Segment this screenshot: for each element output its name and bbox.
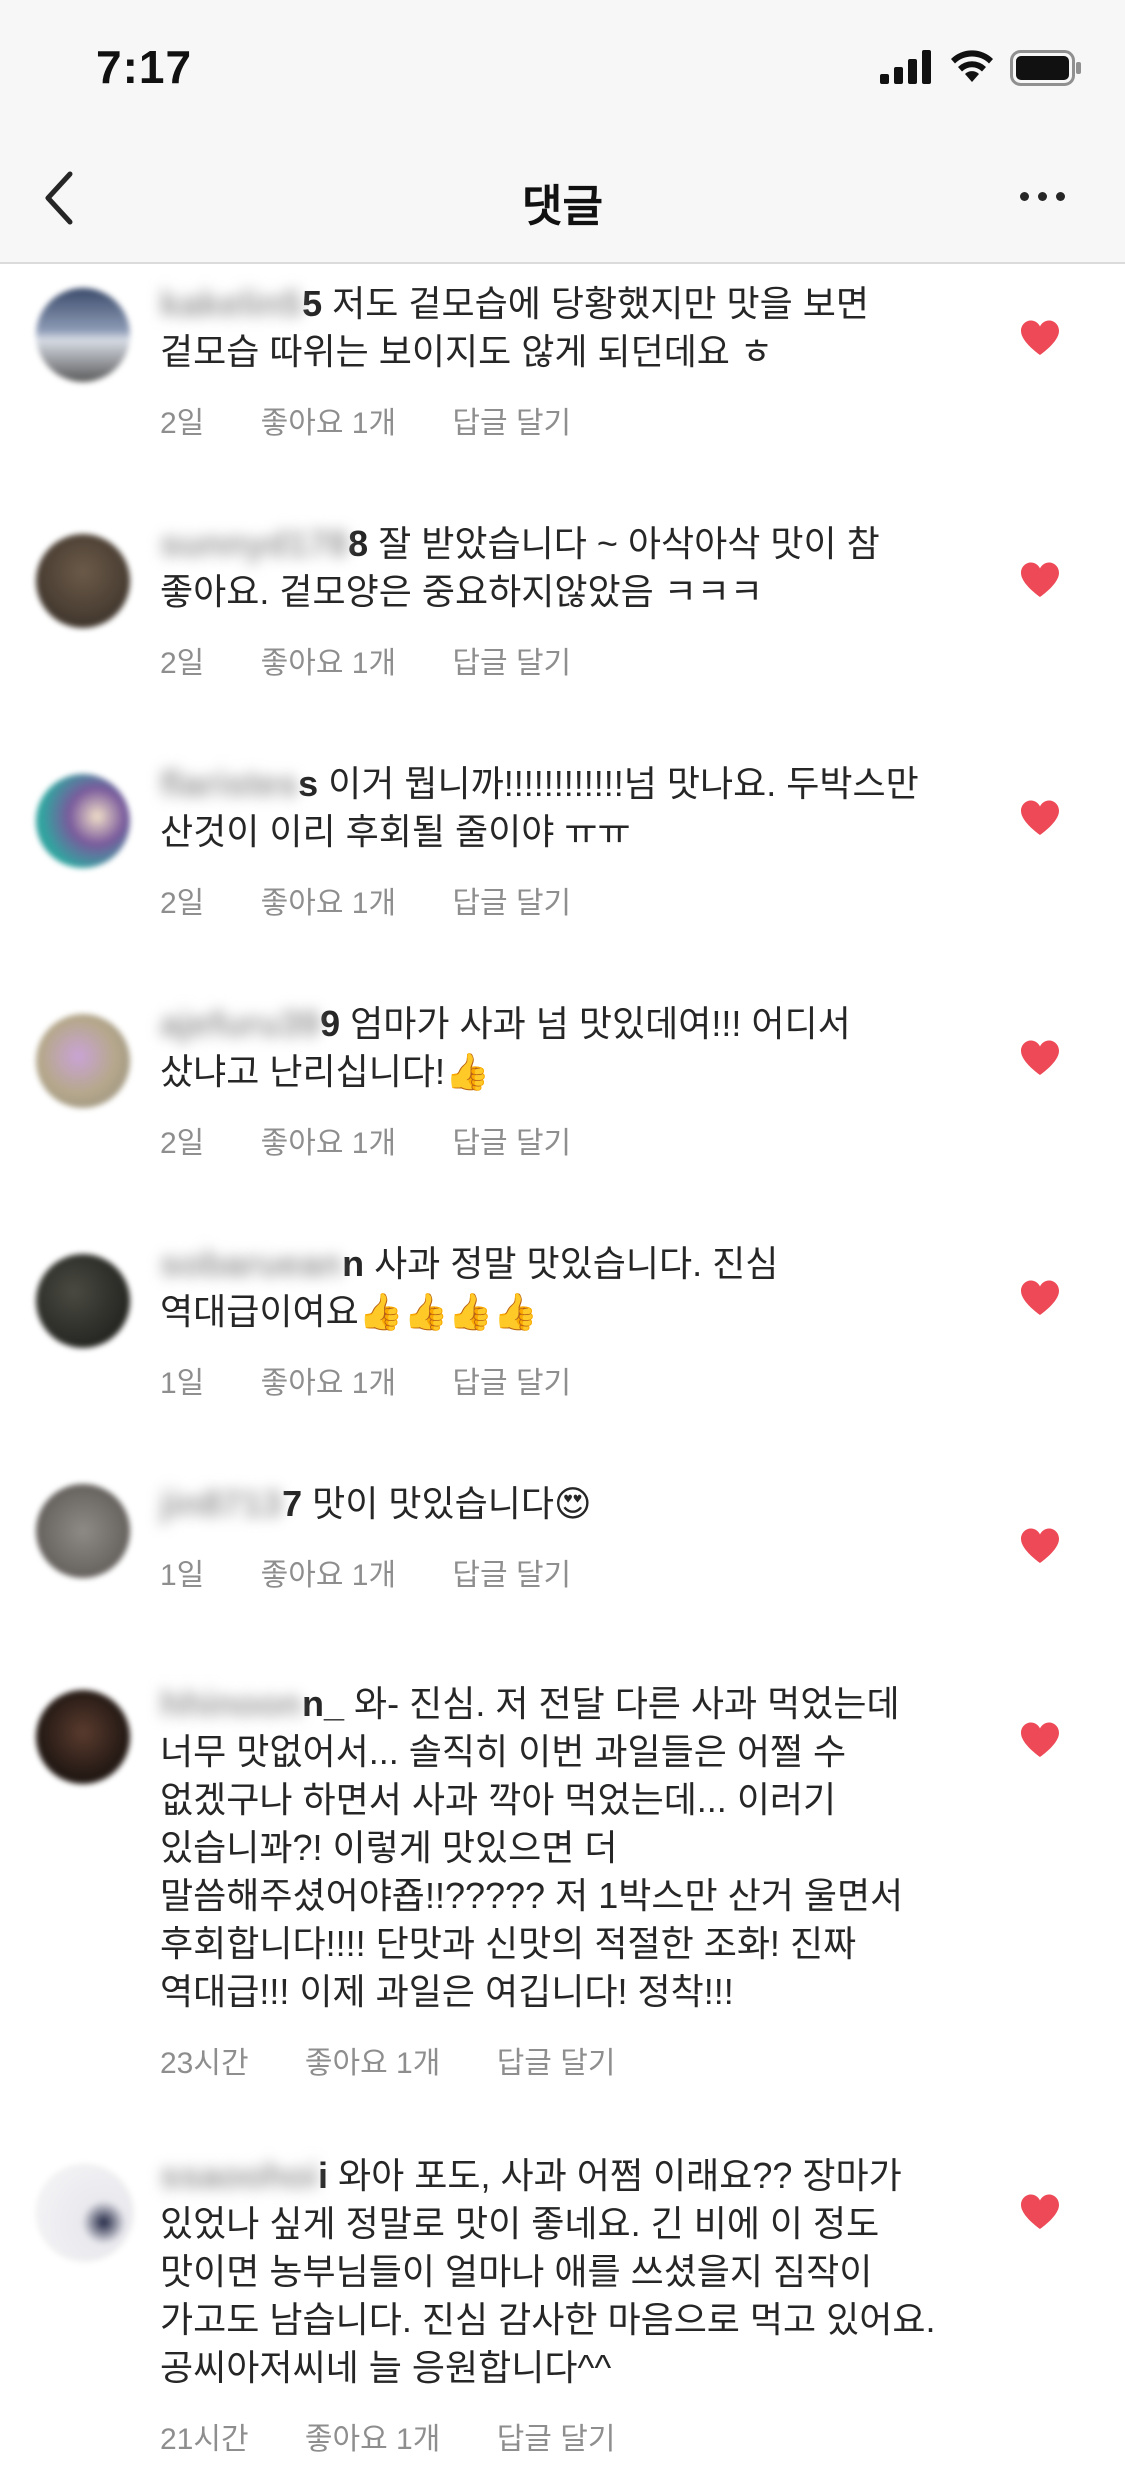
avatar[interactable] <box>36 288 130 382</box>
likes-count-link[interactable]: 좋아요 1개 <box>305 2414 440 2458</box>
heart-icon[interactable] <box>1020 1280 1060 1316</box>
comment-body: kakelin55 저도 겉모습에 당황했지만 맛을 보면 겉모습 따위는 보이… <box>160 280 960 440</box>
comment-body: hhinoonn_ 와- 진심. 저 전달 다른 사과 먹었는데 너무 맛없어서… <box>160 1680 960 2080</box>
comment-meta: 21시간 좋아요 1개 답글 달기 <box>160 2414 960 2456</box>
reply-link[interactable]: 답글 달기 <box>497 2414 616 2458</box>
reply-link[interactable]: 답글 달기 <box>452 1550 571 1594</box>
comment-username[interactable]: jin87137 <box>160 1480 302 1528</box>
heart-icon[interactable] <box>1020 562 1060 598</box>
likes-count-link[interactable]: 좋아요 1개 <box>261 398 396 442</box>
comment-text: ajefuru399 엄마가 사과 넘 맛있데여!!! 어디서 샀냐고 난리십니… <box>160 1000 960 1096</box>
heart-icon[interactable] <box>1020 1528 1060 1564</box>
comment-text: ssaoohoii 와아 포도, 사과 어쩜 이래요?? 장마가 있었나 싶게 … <box>160 2152 960 2392</box>
comment-text: jin87137 맛이 맛있습니다😍 <box>160 1480 960 1528</box>
comment-time: 1일 <box>160 1367 205 1400</box>
comment-meta: 2일 좋아요 1개 답글 달기 <box>160 1118 960 1160</box>
comment-meta: 2일 좋아요 1개 답글 달기 <box>160 638 960 680</box>
likes-count-link[interactable]: 좋아요 1개 <box>261 1358 396 1402</box>
comment-text: sunnyd1788 잘 받았습니다 ~ 아삭아삭 맛이 참 좋아요. 겉모양은… <box>160 520 960 616</box>
avatar[interactable] <box>36 774 130 868</box>
avatar[interactable] <box>36 534 130 628</box>
avatar[interactable] <box>36 1484 130 1578</box>
comment-username[interactable]: flaristess <box>160 760 318 808</box>
comment-username[interactable]: sobarueann <box>160 1240 364 1288</box>
comment-time: 1일 <box>160 1559 205 1592</box>
status-time: 7:17 <box>96 41 193 93</box>
thumbs-up-icon: 👍👍👍👍 <box>358 1291 539 1332</box>
comment-body: sunnyd1788 잘 받았습니다 ~ 아삭아삭 맛이 참 좋아요. 겉모양은… <box>160 520 960 680</box>
reply-link[interactable]: 답글 달기 <box>497 2038 616 2082</box>
likes-count-link[interactable]: 좋아요 1개 <box>261 638 396 682</box>
status-bar: 7:17 <box>0 0 1125 130</box>
more-options-button[interactable] <box>1010 166 1074 226</box>
comment-username[interactable]: kakelin55 <box>160 280 322 328</box>
comment-time: 21시간 <box>160 2423 249 2456</box>
comment-body: flaristess 이거 뭡니까!!!!!!!!!!!!넘 맛나요. 두박스만… <box>160 760 960 920</box>
comment-meta: 23시간 좋아요 1개 답글 달기 <box>160 2038 960 2080</box>
heart-icon[interactable] <box>1020 1040 1060 1076</box>
reply-link[interactable]: 답글 달기 <box>452 878 571 922</box>
avatar[interactable] <box>36 2164 134 2262</box>
comment-body: ssaoohoii 와아 포도, 사과 어쩜 이래요?? 장마가 있었나 싶게 … <box>160 2152 960 2456</box>
heart-icon[interactable] <box>1020 320 1060 356</box>
comment-text: flaristess 이거 뭡니까!!!!!!!!!!!!넘 맛나요. 두박스만… <box>160 760 960 856</box>
comment-body: ajefuru399 엄마가 사과 넘 맛있데여!!! 어디서 샀냐고 난리십니… <box>160 1000 960 1160</box>
reply-link[interactable]: 답글 달기 <box>452 638 571 682</box>
comment-text: hhinoonn_ 와- 진심. 저 전달 다른 사과 먹었는데 너무 맛없어서… <box>160 1680 960 2016</box>
reply-link[interactable]: 답글 달기 <box>452 1118 571 1162</box>
comment-time: 2일 <box>160 647 205 680</box>
comment-time: 2일 <box>160 1127 205 1160</box>
battery-icon <box>1010 50 1081 86</box>
comment-time: 23시간 <box>160 2047 249 2080</box>
wifi-icon <box>951 50 993 82</box>
avatar[interactable] <box>36 1254 130 1348</box>
comment-username[interactable]: hhinoonn_ <box>160 1680 344 1728</box>
comment-text: kakelin55 저도 겉모습에 당황했지만 맛을 보면 겉모습 따위는 보이… <box>160 280 960 376</box>
heart-icon[interactable] <box>1020 2194 1060 2230</box>
comment-meta: 1일 좋아요 1개 답글 달기 <box>160 1358 960 1400</box>
heart-icon[interactable] <box>1020 1722 1060 1758</box>
nav-header: 댓글 <box>0 130 1125 264</box>
likes-count-link[interactable]: 좋아요 1개 <box>305 2038 440 2082</box>
comment-time: 2일 <box>160 887 205 920</box>
cellular-signal-icon <box>880 50 931 84</box>
more-dots-icon <box>1020 192 1029 201</box>
comment-time: 2일 <box>160 407 205 440</box>
likes-count-link[interactable]: 좋아요 1개 <box>261 1118 396 1162</box>
comment-meta: 1일 좋아요 1개 답글 달기 <box>160 1550 960 1592</box>
likes-count-link[interactable]: 좋아요 1개 <box>261 1550 396 1594</box>
comment-username[interactable]: ssaoohoii <box>160 2152 328 2200</box>
comment-text: sobarueann 사과 정말 맛있습니다. 진심 역대급이여요👍👍👍👍 <box>160 1240 960 1336</box>
page-title: 댓글 <box>522 182 603 231</box>
avatar[interactable] <box>36 1690 130 1784</box>
avatar[interactable] <box>36 1014 130 1108</box>
likes-count-link[interactable]: 좋아요 1개 <box>261 878 396 922</box>
comment-username[interactable]: sunnyd1788 <box>160 520 368 568</box>
reply-link[interactable]: 답글 달기 <box>452 398 571 442</box>
reply-link[interactable]: 답글 달기 <box>452 1358 571 1402</box>
comment-body: sobarueann 사과 정말 맛있습니다. 진심 역대급이여요👍👍👍👍 1일… <box>160 1240 960 1400</box>
heart-eyes-emoji-icon: 😍 <box>553 1483 592 1524</box>
comment-meta: 2일 좋아요 1개 답글 달기 <box>160 398 960 440</box>
thumbs-up-icon: 👍 <box>444 1051 490 1092</box>
comment-meta: 2일 좋아요 1개 답글 달기 <box>160 878 960 920</box>
heart-icon[interactable] <box>1020 800 1060 836</box>
comment-body: jin87137 맛이 맛있습니다😍 1일 좋아요 1개 답글 달기 <box>160 1480 960 1592</box>
comment-username[interactable]: ajefuru399 <box>160 1000 340 1048</box>
